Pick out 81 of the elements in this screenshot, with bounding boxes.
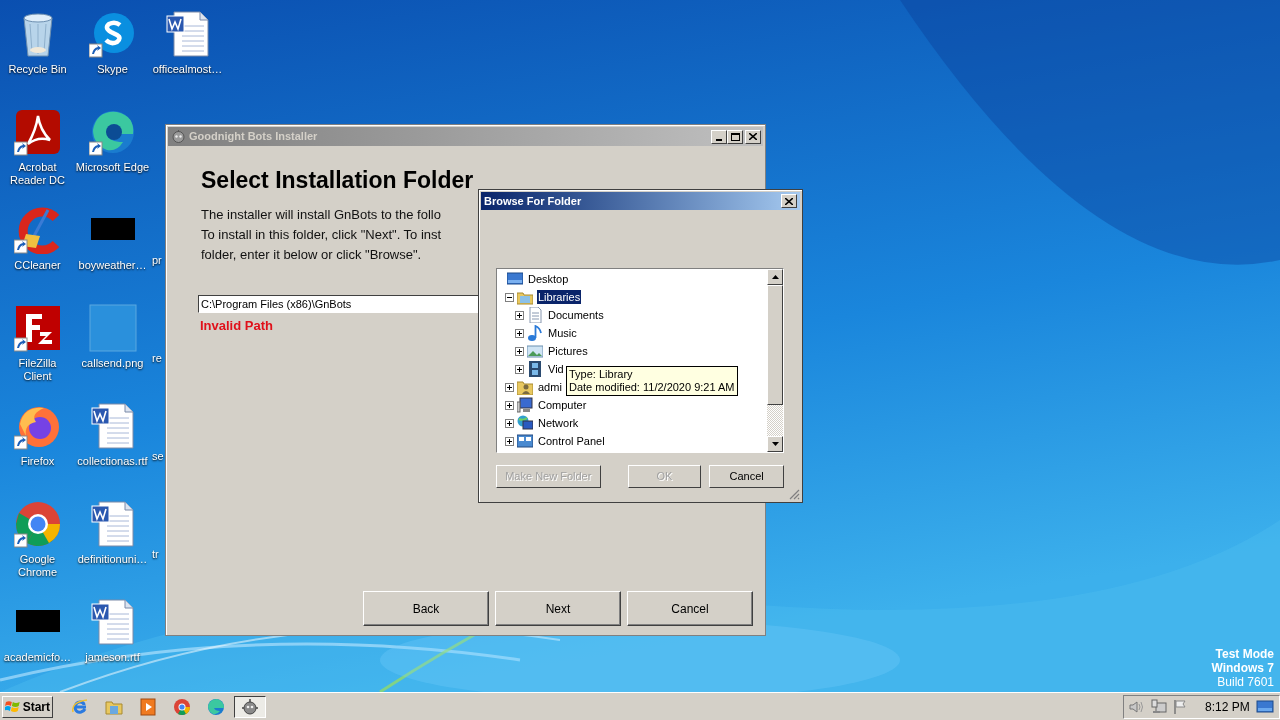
plus-box-icon[interactable]: [515, 328, 524, 338]
taskbar-button[interactable]: [234, 695, 266, 718]
picture-icon: [527, 343, 543, 359]
description-line: The installer will install GnBots to the follo: [201, 206, 442, 224]
window-title: Goodnight Bots Installer: [189, 129, 319, 145]
scroll-up-icon[interactable]: [771, 275, 779, 279]
wizard-button[interactable]: Next: [495, 591, 621, 626]
desktop-shortcut[interactable]: boyweather…: [75, 202, 150, 272]
desktop-shortcut[interactable]: Microsoft Edge: [75, 104, 150, 174]
plus-box-icon[interactable]: [505, 400, 514, 410]
wizard-button[interactable]: Back: [363, 591, 489, 626]
desktop-shortcut[interactable]: Skype: [75, 6, 150, 76]
network-globe-icon: [517, 415, 533, 431]
close-button[interactable]: [781, 194, 797, 208]
plus-box-icon[interactable]: [505, 436, 514, 446]
folder-tree-item[interactable]: Computer: [537, 398, 588, 412]
plus-box-icon[interactable]: [515, 364, 524, 374]
folder-tree-item[interactable]: Vid: [547, 362, 565, 376]
folder-tree-item[interactable]: Music: [547, 326, 578, 340]
desktop-shortcut[interactable]: FileZilla Client: [0, 300, 75, 383]
desktop-shortcut[interactable]: callsend.png: [75, 300, 150, 370]
desktop-shortcut[interactable]: re: [152, 352, 162, 365]
desktop-shortcut[interactable]: collectionas.rtf: [75, 398, 150, 468]
folder-tree-item[interactable]: admi: [537, 380, 563, 394]
start-button[interactable]: Start: [2, 695, 53, 718]
watermark-text: Build 7601: [1217, 675, 1274, 689]
dialog-title: Browse For Folder: [484, 193, 583, 209]
plus-box-icon[interactable]: [515, 346, 524, 356]
desktop-shortcut[interactable]: Acrobat Reader DC: [0, 104, 75, 187]
film-strip-icon: [527, 361, 543, 377]
control-panel-icon: [517, 433, 533, 449]
chrome-icon: [173, 697, 191, 716]
watermark-text: Windows 7: [1211, 661, 1274, 675]
robot-icon: [172, 130, 185, 143]
music-note-icon: [527, 325, 543, 341]
desktop-shortcut[interactable]: se: [152, 450, 164, 463]
wizard-button[interactable]: Cancel: [627, 591, 753, 626]
close-button[interactable]: [745, 129, 761, 144]
folder-tree-item[interactable]: Network: [537, 416, 580, 430]
error-message: Invalid Path: [200, 317, 273, 335]
computer-icon: [517, 397, 533, 413]
scroll-down-icon[interactable]: [771, 442, 779, 446]
watermark-text: Test Mode: [1215, 647, 1274, 661]
network-icon[interactable]: [1151, 699, 1167, 714]
plus-box-icon[interactable]: [515, 310, 524, 320]
folder-tree-item[interactable]: Documents: [547, 308, 605, 322]
media-player-icon: [139, 697, 157, 716]
close-icon: [749, 133, 757, 140]
desktop-shortcut[interactable]: CCleaner: [0, 202, 75, 272]
desktop-shortcut[interactable]: pr: [152, 254, 162, 267]
folder-tree-item[interactable]: Control Panel: [537, 434, 606, 448]
robot-icon: [241, 697, 259, 716]
desktop-shortcut[interactable]: officealmost…: [150, 6, 225, 76]
show-desktop-icon[interactable]: [1256, 699, 1274, 714]
description-line: To install in this folder, click "Next". To inst: [201, 226, 443, 244]
page-heading: Select Installation Folder: [201, 166, 475, 194]
folder-tree-item[interactable]: Desktop: [527, 272, 570, 286]
folder-tree-item[interactable]: Pictures: [547, 344, 589, 358]
plus-box-icon[interactable]: [505, 382, 514, 392]
tooltip: Type: Library Date modified: 11/2/2020 9:21 AM: [566, 366, 738, 396]
maximize-button[interactable]: [727, 129, 743, 144]
close-icon: [785, 197, 793, 205]
desktop-shortcut[interactable]: Recycle Bin: [0, 6, 75, 76]
resize-grip-icon[interactable]: [789, 489, 800, 500]
desktop-shortcut[interactable]: Firefox: [0, 398, 75, 468]
folder-tree-item[interactable]: Libraries: [537, 290, 582, 304]
browser-e-icon: [71, 697, 89, 716]
flag-icon[interactable]: [1173, 699, 1187, 714]
minimize-button[interactable]: [711, 129, 727, 144]
scrollbar[interactable]: [767, 269, 783, 452]
minus-box-icon[interactable]: [505, 292, 514, 302]
dialog-button[interactable]: Cancel: [709, 465, 784, 488]
user-folder-icon: [517, 379, 533, 395]
library-folder-icon: [517, 289, 533, 305]
monitor-icon: [507, 271, 523, 287]
document-icon: [527, 307, 543, 323]
plus-box-icon[interactable]: [505, 418, 514, 428]
windows-logo-icon: [5, 699, 21, 714]
description-line: folder, enter it below or click "Browse".: [201, 246, 423, 264]
edge-icon: [207, 697, 225, 716]
path-field[interactable]: C:\Program Files (x86)\GnBots: [198, 295, 479, 313]
